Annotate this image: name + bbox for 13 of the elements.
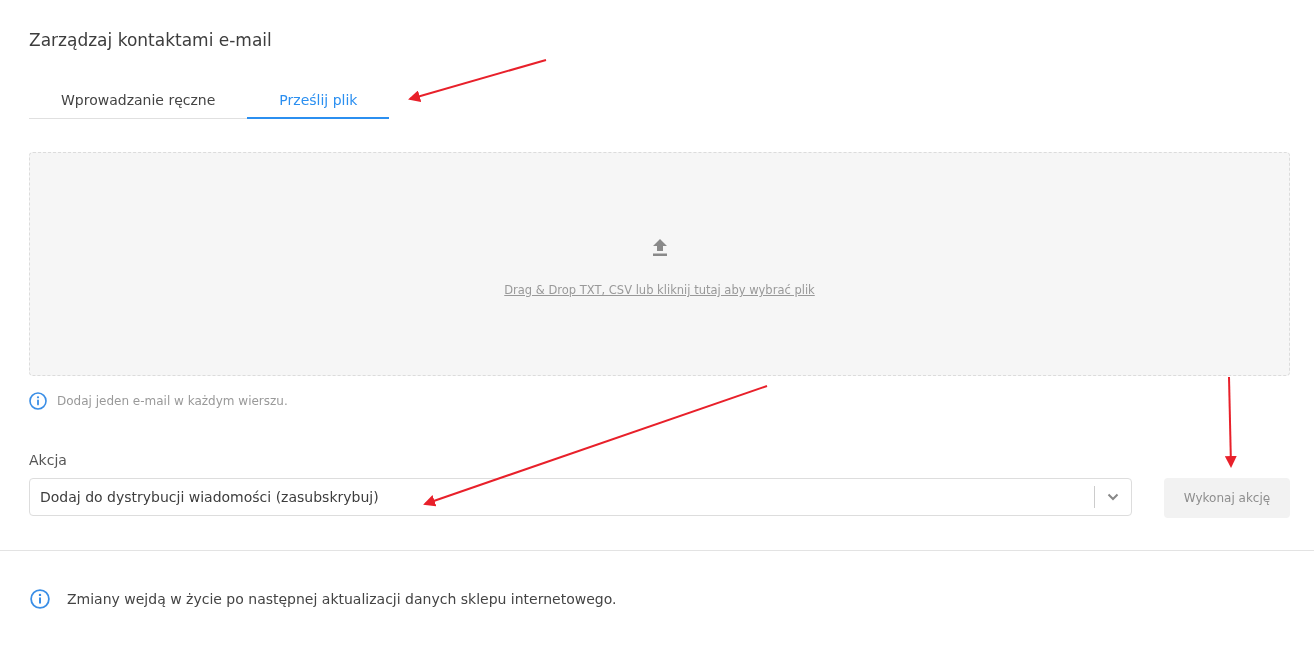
action-label: Akcja — [29, 452, 68, 468]
tab[interactable]: Wprowadzanie ręczne — [29, 82, 248, 119]
info-icon — [29, 392, 47, 410]
chevron-down-icon — [1107, 493, 1119, 501]
action-select[interactable]: Dodaj do dystrybucji wiadomości (zasubskrybuj) — [29, 478, 1132, 516]
footer-note: Zmiany wejdą w życie po następnej aktualizacji danych sklepu internetowego. — [67, 591, 617, 607]
file-select-link[interactable]: Drag & Drop TXT, CSV lub kliknij tutaj aby wybrać plik — [504, 283, 815, 297]
hint-text: Dodaj jeden e-mail w każdym wierszu. — [57, 394, 288, 408]
upload-icon — [651, 239, 668, 256]
info-icon — [30, 589, 50, 609]
page-title: Zarządzaj kontaktami e-mail — [29, 30, 273, 52]
file-dropzone[interactable]: Drag & Drop TXT, CSV lub kliknij tutaj aby wybrać plik — [29, 152, 1290, 376]
tab[interactable]: Prześlij plik — [247, 82, 390, 119]
